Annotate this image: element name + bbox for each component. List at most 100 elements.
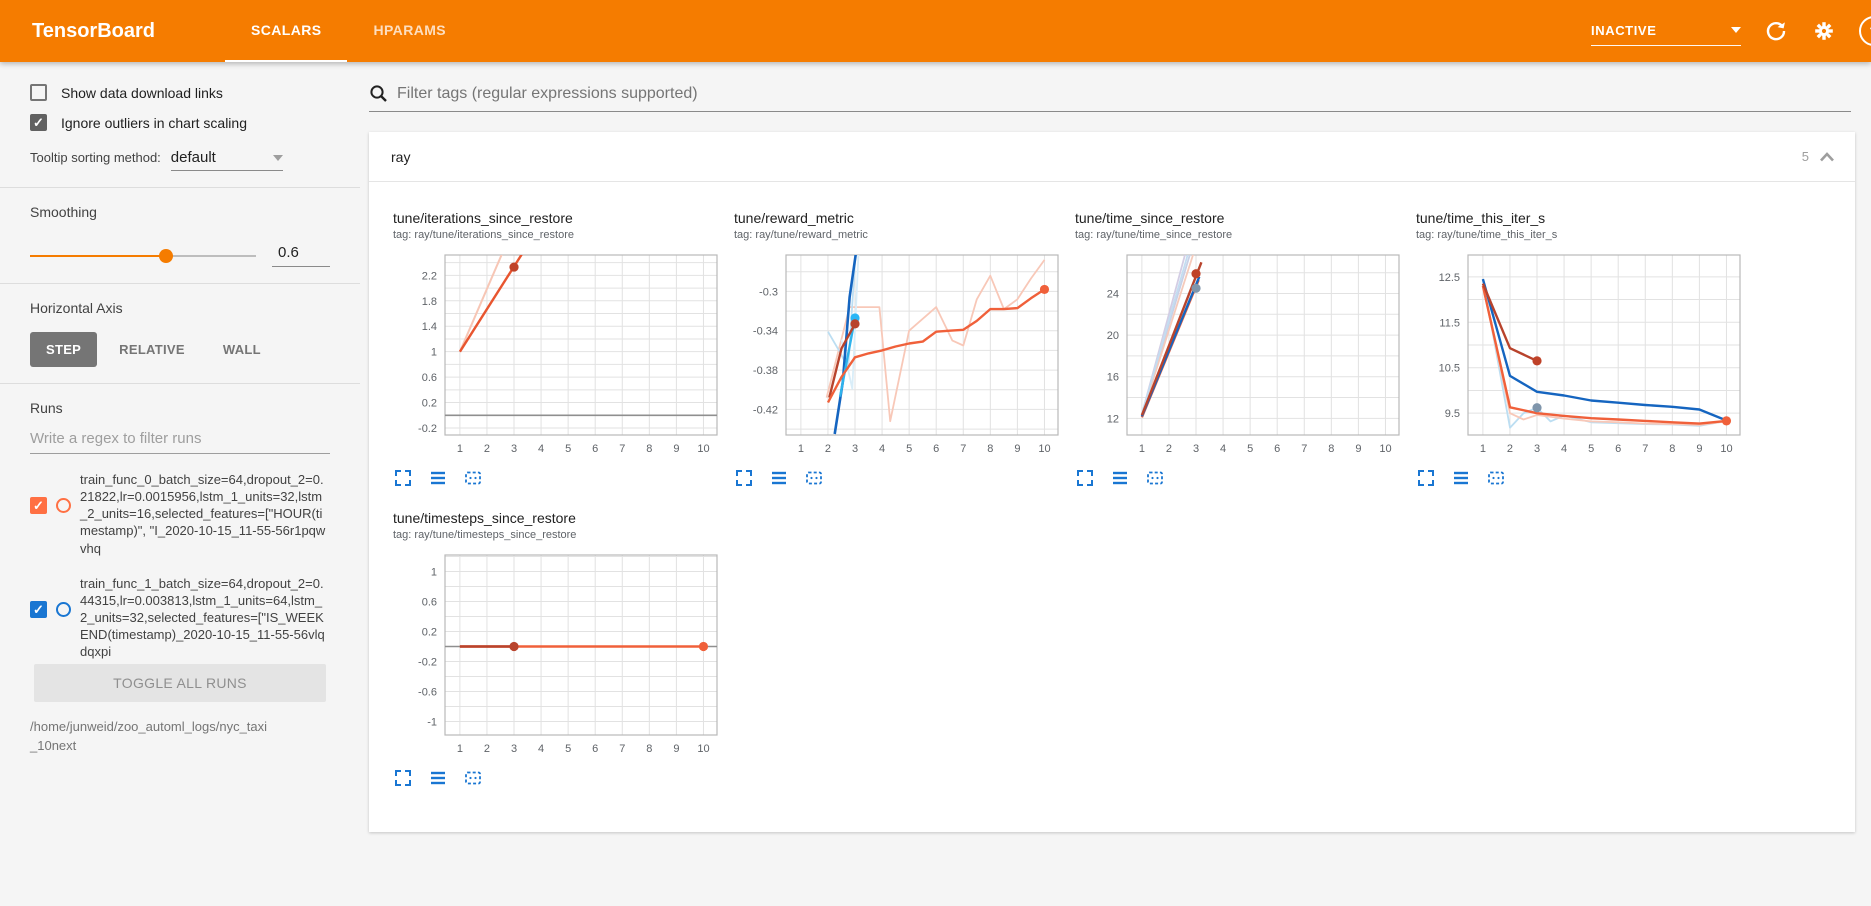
tooltip-sorting-value: default xyxy=(171,149,216,166)
expand-chart-icon[interactable] xyxy=(1075,468,1097,490)
chart-tag: tag: ray/tune/time_since_restore xyxy=(1071,226,1402,247)
svg-text:4: 4 xyxy=(1561,443,1567,455)
svg-text:2: 2 xyxy=(1166,443,1172,455)
chart-plot[interactable]: 1216202412345678910 xyxy=(1071,247,1407,459)
run-item[interactable]: train_func_1_batch_size=64,dropout_2=0.4… xyxy=(30,566,330,668)
chart-plot[interactable]: -0.42-0.38-0.34-0.312345678910 xyxy=(730,247,1066,459)
svg-text:3: 3 xyxy=(1534,443,1540,455)
chart-plot[interactable]: -0.20.20.611.41.82.212345678910 xyxy=(389,247,725,459)
app-header: TensorBoard SCALARS HPARAMS INACTIVE xyxy=(0,0,1871,62)
svg-text:1: 1 xyxy=(798,443,804,455)
filter-tags-input[interactable] xyxy=(397,85,1851,103)
axis-wall-button[interactable]: WALL xyxy=(207,332,277,367)
series-marker xyxy=(1722,416,1731,425)
svg-text:2.2: 2.2 xyxy=(422,270,437,282)
svg-text:8: 8 xyxy=(1669,443,1675,455)
svg-text:6: 6 xyxy=(1274,443,1280,455)
runs-list-icon[interactable] xyxy=(1110,468,1132,490)
run-radio-icon[interactable] xyxy=(56,498,71,513)
help-icon[interactable]: ? xyxy=(1859,16,1871,46)
checkbox-unchecked-icon xyxy=(30,84,47,101)
tab-scalars[interactable]: SCALARS xyxy=(225,0,347,62)
run-item[interactable]: train_func_0_batch_size=64,dropout_2=0.2… xyxy=(30,462,330,566)
status-dropdown[interactable]: INACTIVE xyxy=(1591,23,1741,46)
series-marker xyxy=(509,262,518,271)
runs-label: Runs xyxy=(30,400,330,416)
pin-card-icon[interactable] xyxy=(804,468,826,490)
divider xyxy=(0,187,360,188)
chart-actions xyxy=(389,764,720,790)
svg-text:0.6: 0.6 xyxy=(422,372,437,384)
toggle-all-runs-button[interactable]: TOGGLE ALL RUNS xyxy=(34,664,326,702)
pin-card-icon[interactable] xyxy=(1486,468,1508,490)
smoothing-slider[interactable] xyxy=(30,255,256,257)
series-marker xyxy=(1532,403,1541,412)
svg-text:0.2: 0.2 xyxy=(422,627,437,639)
tab-hparams[interactable]: HPARAMS xyxy=(347,0,472,62)
svg-text:1: 1 xyxy=(431,567,437,579)
svg-text:5: 5 xyxy=(565,443,571,455)
svg-text:-0.34: -0.34 xyxy=(753,326,778,338)
chevron-up-icon[interactable] xyxy=(1819,152,1835,162)
svg-text:20: 20 xyxy=(1107,330,1119,342)
runs-filter-input[interactable] xyxy=(30,420,330,454)
expand-chart-icon[interactable] xyxy=(393,768,415,790)
checkbox-label: Show data download links xyxy=(61,85,223,101)
expand-chart-icon[interactable] xyxy=(734,468,756,490)
refresh-icon[interactable] xyxy=(1763,18,1789,44)
expand-chart-icon[interactable] xyxy=(393,468,415,490)
svg-text:-0.2: -0.2 xyxy=(418,423,437,435)
chart-tag: tag: ray/tune/iterations_since_restore xyxy=(389,226,720,247)
chart-title: tune/time_since_restore xyxy=(1071,210,1402,226)
pin-card-icon[interactable] xyxy=(1145,468,1167,490)
svg-text:1.8: 1.8 xyxy=(422,296,437,308)
series-line xyxy=(1483,279,1727,420)
show-download-links-checkbox[interactable]: Show data download links xyxy=(30,84,330,101)
smoothing-slider-thumb[interactable] xyxy=(159,249,173,263)
smoothing-label: Smoothing xyxy=(30,204,330,220)
svg-text:8: 8 xyxy=(1328,443,1334,455)
svg-text:6: 6 xyxy=(592,443,598,455)
svg-text:3: 3 xyxy=(1193,443,1199,455)
svg-text:7: 7 xyxy=(1301,443,1307,455)
chart-title: tune/timesteps_since_restore xyxy=(389,510,720,526)
expand-chart-icon[interactable] xyxy=(1416,468,1438,490)
runs-list-icon[interactable] xyxy=(428,468,450,490)
chart-plot[interactable]: -1-0.6-0.20.20.6112345678910 xyxy=(389,547,725,759)
chart-plot[interactable]: 9.510.511.512.512345678910 xyxy=(1412,247,1748,459)
run-checkbox-icon[interactable] xyxy=(30,601,47,618)
tag-group-header[interactable]: ray 5 xyxy=(369,132,1855,182)
svg-text:10: 10 xyxy=(1038,443,1050,455)
ignore-outliers-checkbox[interactable]: Ignore outliers in chart scaling xyxy=(30,114,330,131)
search-icon xyxy=(369,84,388,103)
runs-list-icon[interactable] xyxy=(769,468,791,490)
svg-text:3: 3 xyxy=(511,443,517,455)
runs-list-icon[interactable] xyxy=(1451,468,1473,490)
svg-text:5: 5 xyxy=(565,743,571,755)
axis-step-button[interactable]: STEP xyxy=(30,332,97,367)
svg-text:10: 10 xyxy=(697,443,709,455)
series-marker xyxy=(1191,269,1200,278)
tooltip-sorting-label: Tooltip sorting method: xyxy=(30,150,161,165)
axis-relative-button[interactable]: RELATIVE xyxy=(103,332,201,367)
pin-card-icon[interactable] xyxy=(463,768,485,790)
svg-text:6: 6 xyxy=(933,443,939,455)
run-radio-icon[interactable] xyxy=(56,602,71,617)
run-checkbox-icon[interactable] xyxy=(30,497,47,514)
tooltip-sorting-dropdown[interactable]: default xyxy=(171,149,283,171)
svg-text:8: 8 xyxy=(987,443,993,455)
svg-text:9: 9 xyxy=(1696,443,1702,455)
pin-card-icon[interactable] xyxy=(463,468,485,490)
runs-list-icon[interactable] xyxy=(428,768,450,790)
svg-text:9: 9 xyxy=(673,743,679,755)
svg-text:16: 16 xyxy=(1107,372,1119,384)
smoothing-value[interactable]: 0.6 xyxy=(272,244,330,267)
settings-sidebar: Show data download links Ignore outliers… xyxy=(0,62,360,906)
settings-gear-icon[interactable] xyxy=(1811,18,1837,44)
series-marker xyxy=(1040,285,1049,294)
svg-text:4: 4 xyxy=(538,443,544,455)
svg-text:-1: -1 xyxy=(427,717,437,729)
svg-text:6: 6 xyxy=(592,743,598,755)
svg-text:2: 2 xyxy=(825,443,831,455)
series-line xyxy=(1142,254,1188,414)
